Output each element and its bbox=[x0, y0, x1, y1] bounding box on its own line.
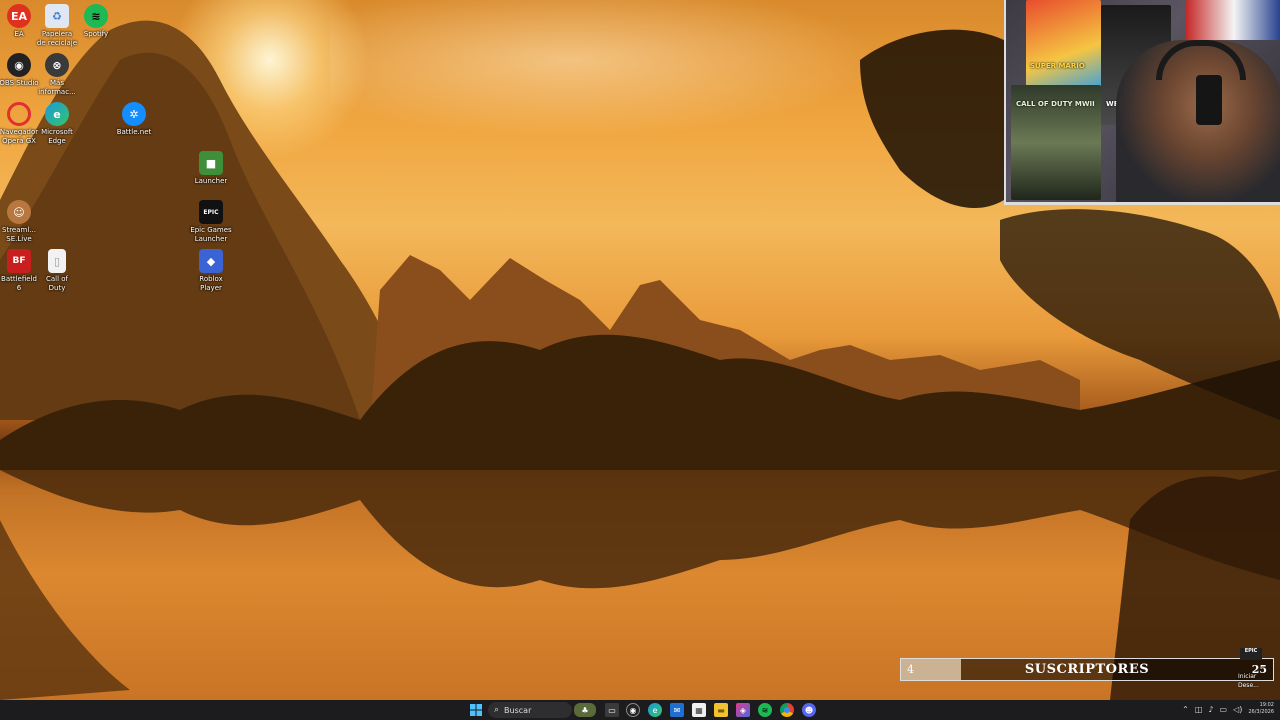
desktop-icon-spotify[interactable]: ≋ Spotify bbox=[68, 4, 124, 39]
taskbar-app-calendar[interactable]: ▦ bbox=[692, 703, 706, 717]
desktop-icon-call-of-duty[interactable]: ▯ Call of Duty bbox=[29, 249, 85, 293]
phone-in-hand bbox=[1196, 75, 1222, 125]
battery-icon[interactable]: ▭ bbox=[1220, 705, 1228, 714]
edge-taskbar-icon: e bbox=[652, 705, 658, 715]
desktop-icon-launcher[interactable]: ■ Launcher bbox=[183, 151, 239, 186]
taskbar-app-edge[interactable]: e bbox=[648, 703, 662, 717]
taskbar-app-spotify[interactable]: ≋ bbox=[758, 703, 772, 717]
obs-studio-icon: ◉ bbox=[7, 53, 31, 77]
taskbar-search[interactable]: ⌕ Buscar bbox=[488, 702, 572, 718]
file-icon: ▯ bbox=[48, 249, 66, 273]
mario-poster bbox=[1026, 0, 1101, 90]
calendar-icon: ▦ bbox=[695, 705, 703, 715]
microphone-icon[interactable]: ♪ bbox=[1208, 705, 1213, 714]
epic-games-badge: EPIC bbox=[1240, 648, 1262, 660]
task-view-icon: ▭ bbox=[608, 705, 616, 715]
battlenet-icon: ✲ bbox=[122, 102, 146, 126]
start-button[interactable] bbox=[469, 703, 483, 717]
windows-icon bbox=[470, 704, 482, 716]
recycle-bin-icon: ♻ bbox=[45, 4, 69, 28]
taskbar-task-view[interactable]: ▭ bbox=[605, 703, 619, 717]
office-icon: ◈ bbox=[739, 705, 747, 715]
taskbar-clock[interactable]: 19:02 26/3/2026 bbox=[1248, 702, 1274, 716]
tray-overflow-chevron-icon[interactable]: ⌃ bbox=[1182, 705, 1189, 714]
taskbar: ⌕ Buscar ♣ ◉ ▭ e ✉ ▦ ▬ ◈ ≋ ☻ ⌃ ◫ ♪ ▭ ◁) … bbox=[0, 700, 1280, 720]
system-tray: ⌃ ◫ ♪ ▭ ◁) 19:02 26/3/2026 bbox=[1182, 702, 1274, 716]
desktop-icon-epic-games[interactable]: EPIC Epic Games Launcher bbox=[183, 200, 239, 244]
battlefield-icon: BF bbox=[7, 249, 31, 273]
opera-gx-icon bbox=[7, 102, 31, 126]
widgets-icon: ♣ bbox=[581, 705, 589, 715]
spotify-taskbar-icon: ≋ bbox=[761, 705, 769, 715]
epic-games-icon: EPIC bbox=[199, 200, 223, 224]
taskbar-app-discord[interactable]: ☻ bbox=[802, 703, 816, 717]
desktop-icon-more-info[interactable]: ⊗ Más informac... bbox=[29, 53, 85, 97]
taskbar-app-office[interactable]: ◈ bbox=[736, 703, 750, 717]
folder-icon: ▬ bbox=[717, 705, 725, 715]
desktop-icon-roblox[interactable]: ◆ Roblox Player bbox=[183, 249, 239, 293]
more-info-icon: ⊗ bbox=[45, 53, 69, 77]
taskbar-app-explorer[interactable]: ▬ bbox=[714, 703, 728, 717]
flag-banner bbox=[1186, 0, 1280, 40]
webcam-overlay: SUPER MARIO WEDNESDAY CALL OF DUTY MWII bbox=[1004, 0, 1280, 205]
volume-icon[interactable]: ◁) bbox=[1233, 705, 1242, 714]
ea-app-icon: EA bbox=[7, 4, 31, 28]
taskbar-app-mail[interactable]: ✉ bbox=[670, 703, 684, 717]
taskbar-app-chrome[interactable] bbox=[780, 703, 794, 717]
desktop-icon-battlenet[interactable]: ✲ Battle.net bbox=[106, 102, 162, 137]
discord-icon: ☻ bbox=[804, 705, 814, 715]
streamlabs-icon: ☺ bbox=[7, 200, 31, 224]
desktop-icon-edge[interactable]: e Microsoft Edge bbox=[29, 102, 85, 146]
search-icon: ⌕ bbox=[494, 705, 500, 715]
chrome-icon bbox=[784, 707, 790, 713]
desktop-icon-streamlabs[interactable]: ☺ Streaml... SE.Live bbox=[0, 200, 47, 244]
edge-icon: e bbox=[45, 102, 69, 126]
subscriber-goal-bar: 4 SUSCRIPTORES 25 bbox=[900, 658, 1274, 681]
search-placeholder: Buscar bbox=[504, 705, 532, 715]
subscriber-label: SUSCRIPTORES bbox=[1024, 662, 1150, 677]
roblox-icon: ◆ bbox=[199, 249, 223, 273]
widgets-button[interactable]: ♣ bbox=[574, 703, 596, 717]
taskbar-app-obs[interactable]: ◉ bbox=[626, 703, 640, 717]
minecraft-launcher-icon: ■ bbox=[199, 151, 223, 175]
overlay-side-notes: Iniciar Dese... bbox=[1238, 673, 1259, 689]
obs-taskbar-icon: ◉ bbox=[629, 705, 637, 715]
spotify-icon: ≋ bbox=[84, 4, 108, 28]
network-icon[interactable]: ◫ bbox=[1195, 705, 1203, 714]
mail-icon: ✉ bbox=[673, 705, 681, 715]
